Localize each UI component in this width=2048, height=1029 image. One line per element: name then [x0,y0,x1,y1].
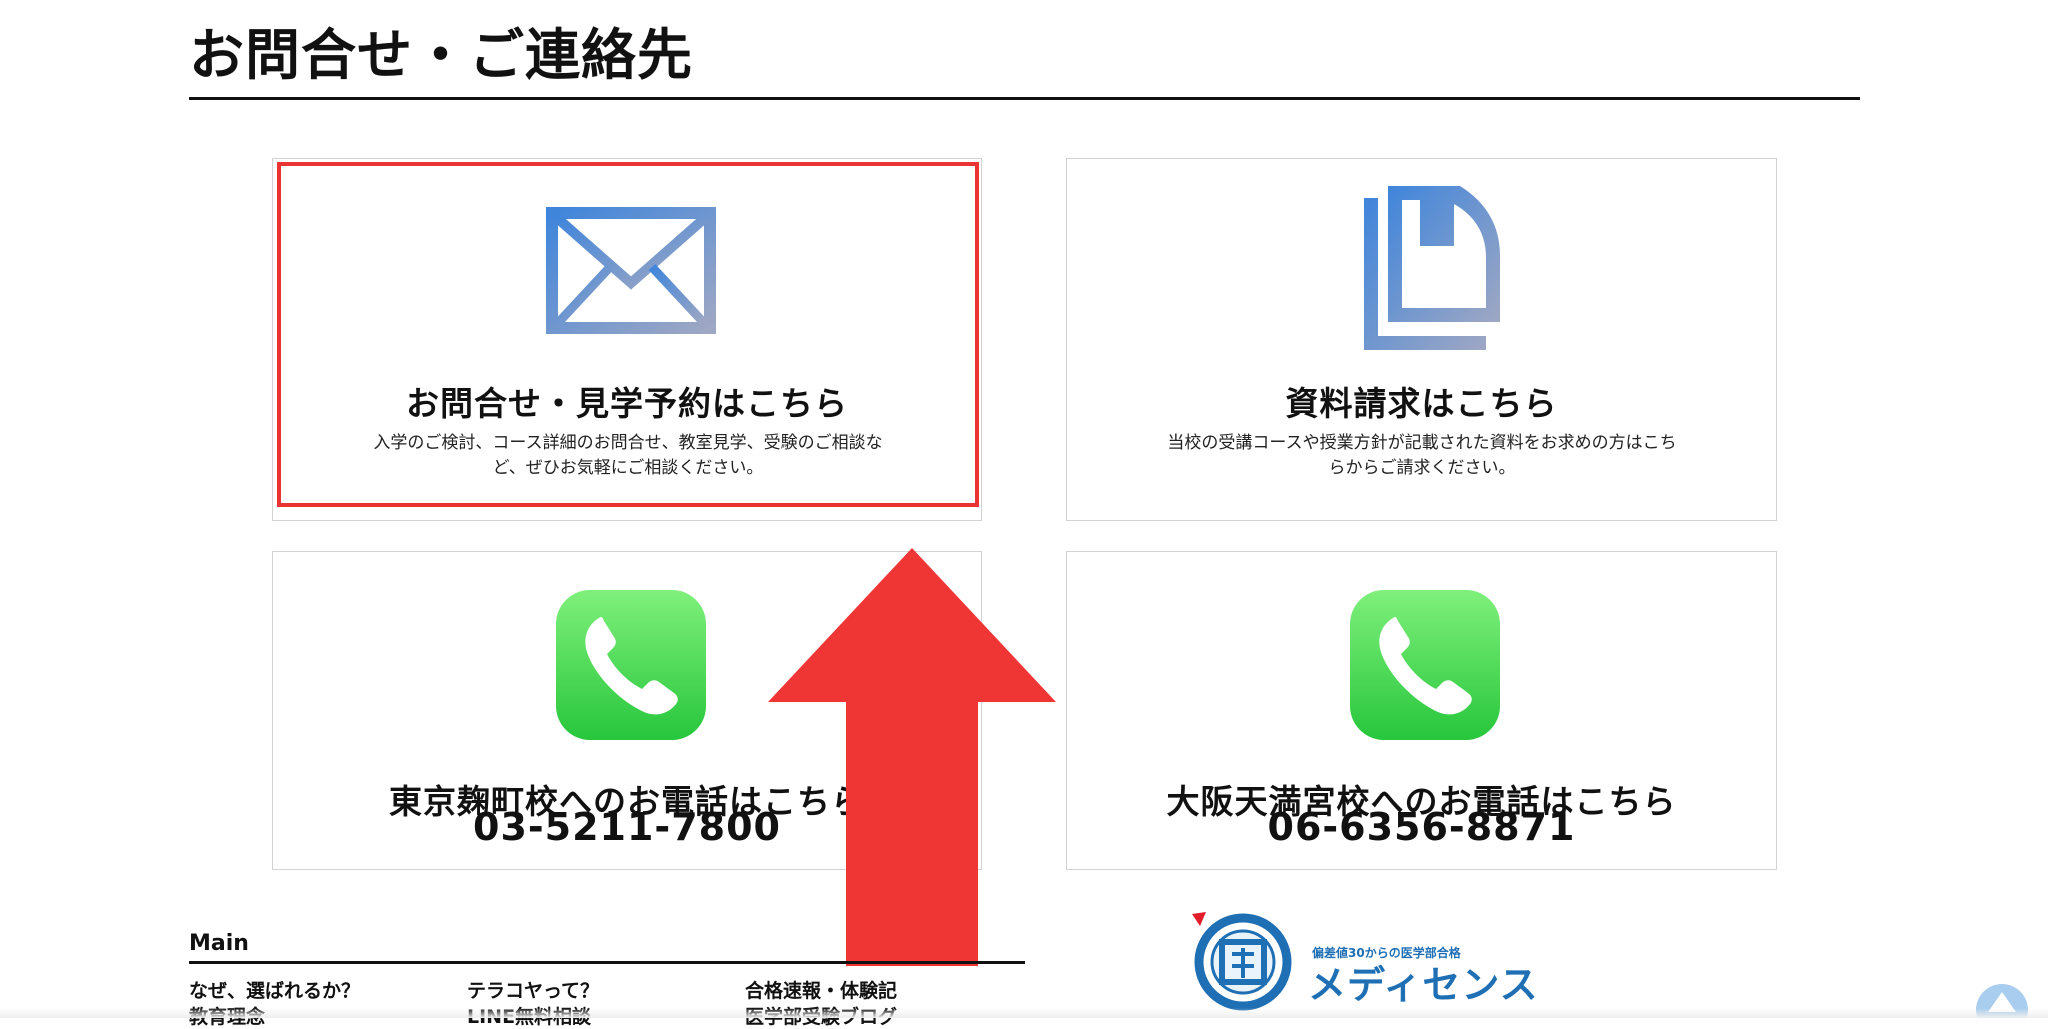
footer-link-why-chosen[interactable]: なぜ、選ばれるか？ [189,976,360,1003]
footer-link-about-terakoya[interactable]: テラコヤって？ [467,976,599,1003]
medisense-logo-icon[interactable] [1188,908,1298,1018]
document-icon [1364,186,1500,350]
osaka-phone-card[interactable]: 大阪天満宮校へのお電話はこちら 06-6356-8871 [1066,551,1777,870]
phone-icon [556,590,706,740]
inquiry-card[interactable]: お問合せ・見学予約はこちら 入学のご検討、コース詳細のお問合せ、教室見学、受験の… [272,158,982,521]
osaka-phone-number[interactable]: 06-6356-8871 [1067,805,1776,849]
title-divider [189,97,1860,100]
red-up-arrow-icon [768,548,1056,966]
phone-icon [1350,590,1500,740]
brochure-request-card[interactable]: 資料請求はこちら 当校の受講コースや授業方針が記載された資料をお求めの方はこちら… [1066,158,1777,521]
bottom-edge-shadow [0,1008,2048,1018]
brochure-description: 当校の受講コースや授業方針が記載された資料をお求めの方はこちらからご請求ください… [1167,433,1677,478]
page-title: お問合せ・ご連絡先 [189,23,694,87]
inquiry-title: お問合せ・見学予約はこちら [406,384,848,423]
brochure-title: 資料請求はこちら [1285,384,1558,423]
footer-divider [189,961,1025,964]
mail-icon [546,207,716,334]
logo-name[interactable]: メディセンス [1308,954,1539,1009]
footer-menu-title: Main [189,931,249,956]
inquiry-description: 入学のご検討、コース詳細のお問合せ、教室見学、受験のご相談など、ぜひお気軽にご相… [373,433,883,478]
footer-link-results[interactable]: 合格速報・体験記 [745,976,897,1003]
